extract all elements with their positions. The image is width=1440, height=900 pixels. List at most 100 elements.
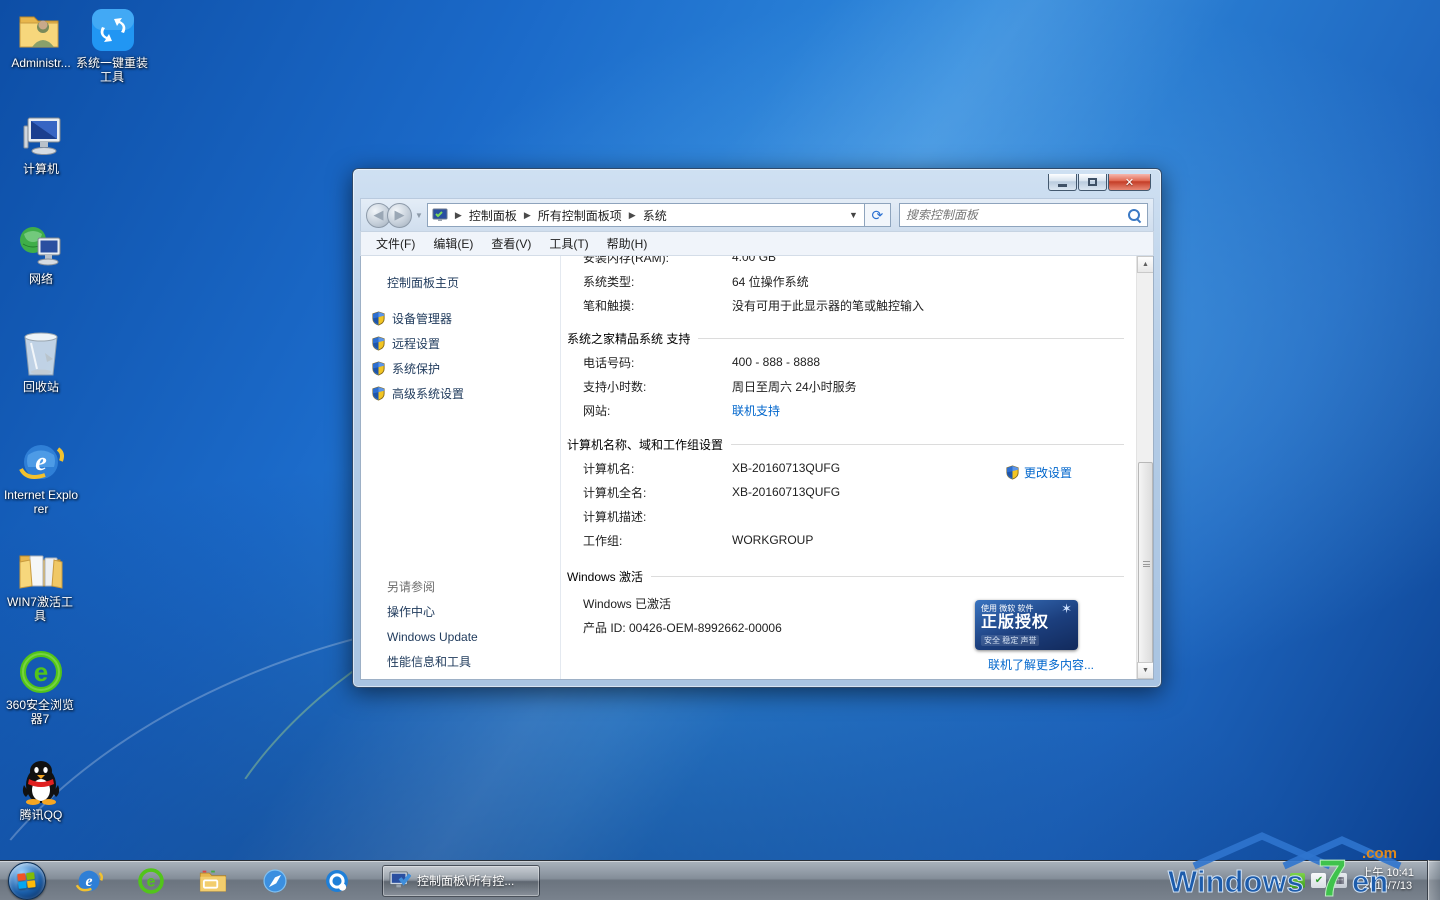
taskbar-internet-explorer-icon[interactable]: e [74,866,104,896]
desktop-icon-computer[interactable]: 计算机 [2,112,80,176]
scrollbar-thumb[interactable] [1138,462,1153,670]
vertical-scrollbar[interactable]: ▲ ▼ [1136,256,1153,679]
taskbar-clock[interactable]: 上午 10:41 2016/7/13 [1361,867,1414,893]
menu-file[interactable]: 文件(F) [367,232,424,255]
info-value: 没有可用于此显示器的笔或触控输入 [732,297,924,314]
menu-tools[interactable]: 工具(T) [540,232,597,255]
section-title-text: 计算机名称、域和工作组设置 [561,436,723,453]
info-value: 周日至周六 24小时服务 [732,378,857,395]
breadcrumb-arrow-icon: ▶ [455,210,462,221]
taskbar-360-browser-icon[interactable]: e [136,866,166,896]
taskbar-window-button-control-panel[interactable]: 控制面板\所有控... [382,865,540,897]
forward-button[interactable]: ▶ [387,203,412,228]
info-row-phone: 电话号码: 400 - 888 - 8888 [561,350,1136,374]
window-caption-buttons: ✕ [1048,174,1151,191]
refresh-button[interactable]: ⟳ [865,203,891,227]
desktop-icon-recycle-bin[interactable]: 回收站 [2,330,80,394]
badge-bottom-text: 安全 稳定 声誉 [981,635,1039,646]
section-rule [651,576,1124,577]
desktop-icon-label: Internet Explorer [2,488,80,516]
activation-section-title: Windows 激活 [561,564,1136,588]
section-title-text: Windows 激活 [561,568,643,585]
sidebar-see-also: 另请参阅 操作中心 Windows Update 性能信息和工具 [387,574,478,674]
taskbar-explorer-icon[interactable] [198,866,228,896]
scroll-up-button[interactable]: ▲ [1137,256,1154,273]
breadcrumb-dropdown-icon[interactable]: ▼ [849,210,858,220]
info-label: 计算机描述: [561,508,732,525]
badge-top-text: 使用 微软 软件 [981,603,1033,614]
reinstall-tool-icon [89,6,137,54]
tray-360-icon[interactable] [1290,873,1305,888]
learn-more-online-link[interactable]: 联机了解更多内容... [988,656,1094,673]
info-label: 支持小时数: [561,378,732,395]
menu-view[interactable]: 查看(V) [482,232,540,255]
desktop-icon-network[interactable]: 网络 [2,222,80,286]
scroll-down-button[interactable]: ▼ [1137,662,1154,679]
maximize-button[interactable] [1078,174,1107,191]
search-input[interactable] [906,208,1128,222]
info-value: 400 - 888 - 8888 [732,355,820,369]
desktop-icon-internet-explorer[interactable]: e Internet Explorer [2,438,80,516]
taskbar-qq-browser-icon[interactable] [322,866,352,896]
desktop-icon-label: 回收站 [2,380,80,394]
control-panel-window-icon [389,871,411,891]
sidebar-tasks: 设备管理器 远程设置 系统保护 高级系统设置 [371,306,464,406]
tray-network-icon[interactable]: ▦ [1332,873,1347,888]
info-value: XB-20160713QUFG [732,461,840,475]
desktop-icon-win7-activator[interactable]: WIN7激活工具 [2,545,80,623]
sidebar-performance-tools[interactable]: 性能信息和工具 [387,649,478,674]
qq-penguin-icon [17,758,65,806]
close-button[interactable]: ✕ [1108,174,1151,191]
window-body: 控制面板主页 设备管理器 远程设置 系统保护 [360,256,1154,680]
address-bar: ◀ ▶ ▼ ▶ 控制面板 ▶ 所有控制面板项 ▶ 系统 ▼ ⟳ [360,198,1154,231]
sidebar-control-panel-home[interactable]: 控制面板主页 [387,274,459,291]
breadcrumb-all-items[interactable]: 所有控制面板项 [538,207,622,224]
svg-text:e: e [34,657,48,687]
sidebar-windows-update[interactable]: Windows Update [387,624,478,649]
breadcrumb-system[interactable]: 系统 [643,207,667,224]
info-value: 64 位操作系统 [732,273,809,290]
clock-time: 上午 10:41 [1361,867,1414,880]
computer-icon [17,112,65,160]
see-also-header: 另请参阅 [387,574,478,599]
desktop-icon-one-key-reinstall[interactable]: 系统一键重装工具 [74,6,152,84]
info-value: XB-20160713QUFG [732,485,840,499]
svg-text:e: e [35,447,47,476]
close-icon: ✕ [1125,176,1134,189]
online-support-link[interactable]: 联机支持 [732,402,780,419]
info-label: 电话号码: [561,354,732,371]
minimize-button[interactable] [1048,174,1077,191]
badge-star-icon: ✶ [1061,605,1072,613]
360-browser-icon: e [17,648,65,696]
history-dropdown-icon[interactable]: ▼ [415,211,423,220]
desktop-icon-tencent-qq[interactable]: 腾讯QQ [2,758,80,822]
sidebar-device-manager[interactable]: 设备管理器 [371,306,464,331]
uac-shield-icon [371,386,386,401]
info-label: 网站: [561,402,732,419]
menu-edit[interactable]: 编辑(E) [424,232,482,255]
breadcrumb-control-panel[interactable]: 控制面板 [469,207,517,224]
maximize-icon [1088,178,1097,186]
system-window: ✕ ◀ ▶ ▼ ▶ 控制面板 ▶ 所有控制面板项 ▶ 系统 ▼ ⟳ 文件( [352,168,1162,688]
sidebar-system-protection[interactable]: 系统保护 [371,356,464,381]
change-settings-link[interactable]: 更改设置 [1005,464,1072,481]
info-label: 工作组: [561,532,732,549]
genuine-software-badge[interactable]: 使用 微软 软件 ✶ 正版授权 安全 稳定 声誉 [975,600,1078,650]
tray-action-center-icon[interactable]: ✔ [1311,873,1326,888]
taskbar-browser-compass-icon[interactable] [260,866,290,896]
uac-shield-icon [371,361,386,376]
info-row-full-computer-name: 计算机全名: XB-20160713QUFG [561,480,1136,504]
info-row-pen-touch: 笔和触摸: 没有可用于此显示器的笔或触控输入 [561,293,1136,317]
start-button[interactable] [8,862,46,900]
sidebar-action-center[interactable]: 操作中心 [387,599,478,624]
desktop-icon-administrator[interactable]: Administr... [2,6,80,70]
show-hidden-icons-button[interactable]: ▲ [1273,875,1282,885]
internet-explorer-icon: e [17,438,65,486]
sidebar-remote-settings[interactable]: 远程设置 [371,331,464,356]
search-box[interactable] [899,203,1148,227]
show-desktop-button[interactable] [1427,860,1440,900]
desktop-icon-360-browser[interactable]: e 360安全浏览器7 [2,648,80,726]
menu-help[interactable]: 帮助(H) [598,232,657,255]
sidebar-advanced-settings[interactable]: 高级系统设置 [371,381,464,406]
breadcrumb[interactable]: ▶ 控制面板 ▶ 所有控制面板项 ▶ 系统 ▼ [427,203,865,227]
